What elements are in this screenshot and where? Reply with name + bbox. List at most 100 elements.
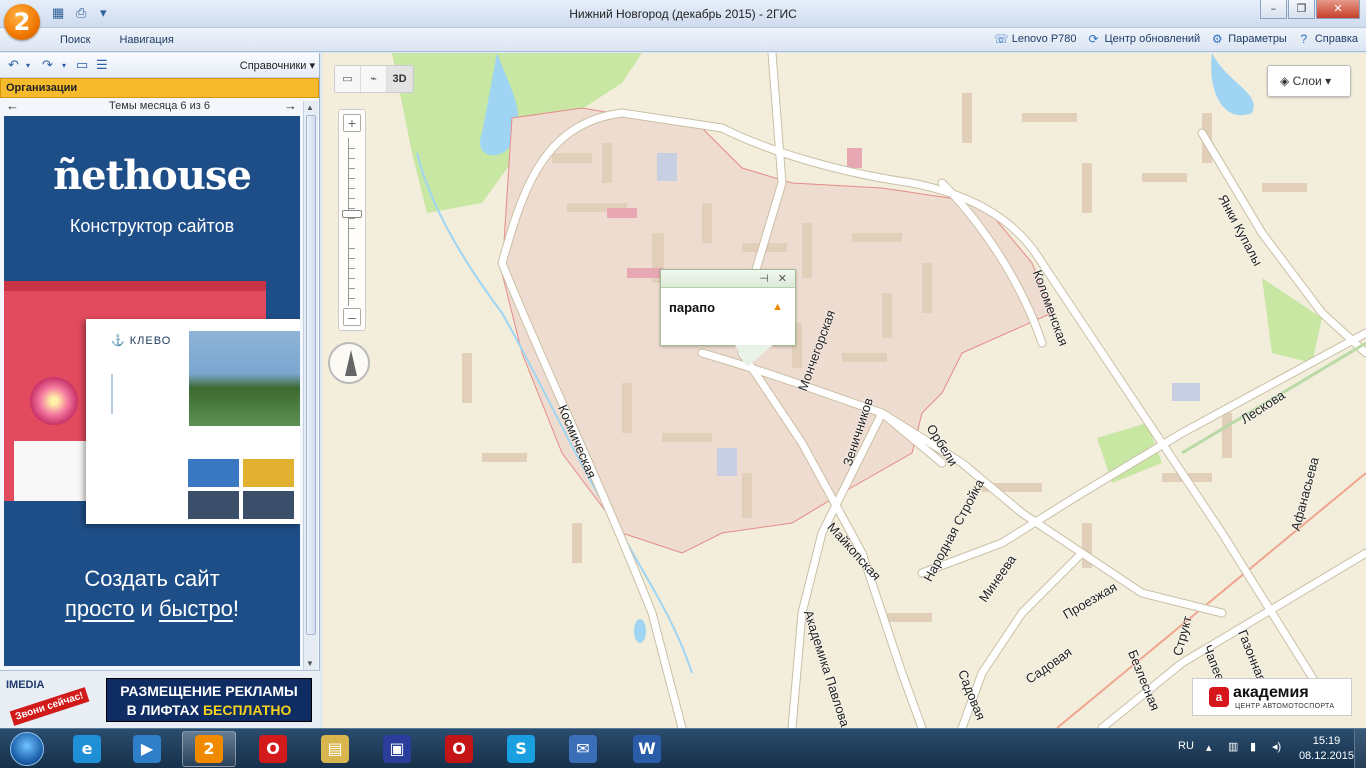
volume-icon[interactable]: ◂) — [1272, 740, 1281, 753]
taskbar-app-save[interactable]: ▣ — [370, 731, 424, 767]
system-tray: RU ▴ ▥ ▮ ◂) — [1178, 729, 1308, 768]
opera2-icon: O — [445, 735, 473, 763]
lift-ad-text: РАЗМЕЩЕНИЕ РЕКЛАМЫ В ЛИФТАХ БЕСПЛАТНО — [106, 678, 312, 722]
zoom-out-button[interactable]: – — [343, 308, 361, 326]
thunderbird-icon: ✉ — [569, 735, 597, 763]
pin-icon[interactable]: ⊣ — [759, 272, 769, 285]
forward-icon[interactable]: ↷ — [42, 57, 53, 73]
ad-cta-line2: просто и быстро! — [64, 596, 240, 621]
app-window: 2 ▦ ⎙ ▾ Нижний Новгород (декабрь 2015) -… — [0, 0, 1366, 768]
word-icon: W — [633, 735, 661, 763]
sponsor-logo[interactable]: a академия ЦЕНТР АВТОМОТОСПОРТА — [1192, 678, 1352, 716]
scroll-thumb[interactable] — [306, 115, 316, 635]
tab-search[interactable]: Поиск — [60, 34, 90, 46]
next-arrow-icon[interactable]: → — [284, 98, 297, 114]
zoom-slider-handle[interactable] — [342, 210, 362, 218]
zoom-track[interactable] — [348, 138, 356, 306]
dictionaries-dropdown[interactable]: Справочники ▾ — [240, 59, 315, 72]
taskbar-app-thunderbird[interactable]: ✉ — [556, 731, 610, 767]
phone-icon: ☏ — [993, 32, 1009, 46]
taskbar-app-word[interactable]: W — [620, 731, 674, 767]
compass-icon[interactable] — [328, 342, 370, 384]
organizations-header[interactable]: Организации — [0, 78, 319, 98]
zoom-control: + – — [338, 109, 366, 331]
left-panel: ↶ ▾ ↷ ▾ ▭ ☰ Справочники ▾ Организации ← … — [0, 53, 320, 728]
settings-label: Параметры — [1228, 33, 1287, 45]
flower-image — [30, 377, 78, 425]
update-center-link[interactable]: ⟳ Центр обновлений — [1087, 32, 1201, 46]
ruler-tool-button[interactable]: ▭ — [335, 66, 361, 92]
taskbar-app-explorer[interactable]: ▤ — [308, 731, 362, 767]
list-icon[interactable]: ☰ — [96, 57, 108, 73]
lift-ad-banner[interactable]: IMEDIA Звони сейчас! РАЗМЕЩЕНИЕ РЕКЛАМЫ … — [0, 670, 320, 728]
akademia-mark: a — [1209, 687, 1229, 707]
skype-icon: S — [507, 735, 535, 763]
taskbar-app-2gis[interactable]: 2 — [182, 731, 236, 767]
taskbar-app-opera2[interactable]: O — [432, 731, 486, 767]
lake — [1211, 53, 1254, 116]
ad-cta-line1: Создать сайт — [84, 566, 220, 591]
panel-scrollbar[interactable]: ▲ ▼ — [303, 101, 318, 670]
mock-links — [111, 374, 181, 414]
3d-toggle-button[interactable]: 3D — [387, 66, 413, 92]
note-text[interactable]: парапо — [669, 300, 715, 315]
maximize-button[interactable]: ❐ — [1288, 0, 1315, 19]
layers-icon: ◈ — [1280, 74, 1290, 88]
signal-icon[interactable]: ▮ — [1250, 740, 1256, 753]
device-label: Lenovo P780 — [1011, 33, 1077, 45]
nethouse-ad[interactable]: ñethouse Конструктор сайтов ⚓ КЛЕВО Созд… — [4, 116, 300, 666]
taskbar: e ▶ 2 O ▤ ▣ O S ✉ W RU ▴ ▥ ▮ ◂) 15:19 08.12.2015 — [0, 728, 1366, 768]
gear-icon: ⚙ — [1211, 32, 1223, 46]
akademia-name: академия — [1233, 684, 1309, 701]
opera-icon: O — [259, 735, 287, 763]
call-now-badge: Звони сейчас! — [9, 687, 90, 726]
refresh-icon: ⟳ — [1088, 32, 1099, 46]
window-controls: – ❐ ✕ — [1260, 0, 1360, 19]
taskbar-app-skype[interactable]: S — [494, 731, 548, 767]
zoom-in-button[interactable]: + — [343, 114, 361, 132]
help-link[interactable]: ? Справка — [1297, 32, 1359, 46]
close-button[interactable]: ✕ — [1316, 0, 1360, 19]
language-indicator[interactable]: RU — [1178, 740, 1194, 752]
collapse-icon[interactable]: ▭ — [76, 57, 88, 73]
tab-navigation[interactable]: Навигация — [119, 34, 173, 46]
minimize-button[interactable]: – — [1260, 0, 1287, 19]
scroll-down-icon[interactable]: ▼ — [306, 659, 314, 668]
church-image — [189, 331, 300, 426]
settings-link[interactable]: ⚙ Параметры — [1210, 32, 1287, 46]
imedia-logo: IMEDIA — [6, 679, 45, 691]
scroll-up-icon[interactable]: ▲ — [306, 103, 314, 112]
window-title: Нижний Новгород (декабрь 2015) - 2ГИС — [569, 7, 797, 21]
mock-tiles — [188, 459, 300, 521]
menu-bar: Поиск Навигация ☏ Lenovo P780 ⟳ Центр обно… — [0, 28, 1366, 52]
back-icon[interactable]: ↶ — [8, 57, 19, 73]
forward-dropdown-icon[interactable]: ▾ — [62, 61, 66, 70]
back-dropdown-icon[interactable]: ▾ — [26, 61, 30, 70]
ad-brand: ñethouse — [53, 152, 252, 199]
layers-button[interactable]: ◈ Слои ▾ — [1267, 65, 1351, 97]
taskbar-app-ie[interactable]: e — [60, 731, 114, 767]
taskbar-app-media[interactable]: ▶ — [120, 731, 174, 767]
prev-arrow-icon[interactable]: ← — [6, 98, 19, 114]
device-link[interactable]: ☏ Lenovo P780 — [994, 32, 1077, 46]
2gis-icon: 2 — [195, 735, 223, 763]
help-icon: ? — [1300, 32, 1308, 46]
map-view[interactable]: Космическая Мончегорская Зеничников Орбе… — [322, 53, 1366, 728]
layers-label: Слои — [1292, 74, 1322, 88]
close-icon[interactable]: ✕ — [778, 272, 787, 285]
pond — [634, 619, 646, 643]
clock[interactable]: 15:19 08.12.2015 — [1299, 734, 1354, 764]
panel-toolbar: ↶ ▾ ↷ ▾ ▭ ☰ Справочники ▾ — [0, 53, 319, 78]
show-desktop-button[interactable] — [1354, 729, 1366, 768]
warning-icon: ▲ — [772, 301, 783, 313]
network-icon[interactable]: ▥ — [1228, 740, 1238, 753]
start-button[interactable] — [2, 729, 52, 768]
taskbar-app-opera[interactable]: O — [246, 731, 300, 767]
app-logo-button[interactable]: 2 — [4, 4, 40, 40]
route-tool-button[interactable]: ⌁ — [361, 66, 387, 92]
map-canvas[interactable] — [322, 53, 1366, 728]
tray-arrow-icon[interactable]: ▴ — [1206, 741, 1212, 754]
update-center-label: Центр обновлений — [1104, 33, 1201, 45]
map-note-popup[interactable]: ⊣ ✕ парапо ▲ — [660, 269, 796, 367]
map-toolbar: ▭ ⌁ 3D — [334, 65, 414, 93]
